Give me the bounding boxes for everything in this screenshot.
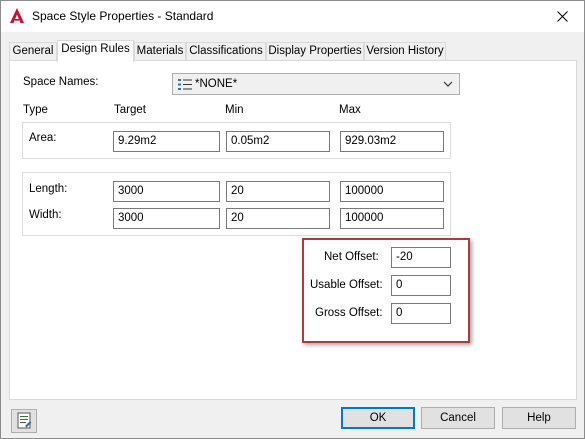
width-label: Width: bbox=[29, 209, 62, 221]
length-min-field[interactable]: 20 bbox=[226, 181, 330, 202]
length-target-field[interactable]: 3000 bbox=[113, 181, 220, 202]
tab-classifications[interactable]: Classifications bbox=[186, 42, 266, 61]
tab-version-history[interactable]: Version History bbox=[364, 42, 446, 61]
chevron-down-icon bbox=[443, 81, 453, 87]
space-names-dropdown[interactable]: *NONE* bbox=[172, 73, 460, 95]
column-header-type: Type bbox=[23, 104, 48, 116]
cancel-button[interactable]: Cancel bbox=[421, 407, 495, 429]
length-label: Length: bbox=[29, 183, 68, 195]
tab-general[interactable]: General bbox=[9, 42, 57, 61]
area-group: Area: 9.29m2 0.05m2 929.03m2 bbox=[22, 122, 451, 159]
area-label: Area: bbox=[29, 132, 57, 144]
close-icon bbox=[556, 10, 568, 22]
autocad-a-icon bbox=[10, 8, 24, 23]
area-target-field[interactable]: 9.29m2 bbox=[113, 131, 220, 152]
column-header-target: Target bbox=[114, 104, 146, 116]
help-button[interactable]: Help bbox=[502, 407, 576, 429]
document-edit-icon bbox=[17, 412, 32, 429]
tab-materials[interactable]: Materials bbox=[134, 42, 186, 61]
close-button[interactable] bbox=[540, 1, 584, 31]
length-max-field[interactable]: 100000 bbox=[340, 181, 444, 202]
space-names-label: Space Names: bbox=[23, 76, 99, 88]
dimensions-group: Length: 3000 20 100000 Width: 3000 20 10… bbox=[22, 172, 451, 236]
width-max-field[interactable]: 100000 bbox=[340, 208, 444, 229]
style-preview-button[interactable] bbox=[11, 409, 37, 433]
width-target-field[interactable]: 3000 bbox=[113, 208, 220, 229]
window-title: Space Style Properties - Standard bbox=[32, 9, 214, 23]
area-max-field[interactable]: 929.03m2 bbox=[340, 131, 444, 152]
tab-display-properties[interactable]: Display Properties bbox=[266, 42, 364, 61]
tab-design-rules[interactable]: Design Rules bbox=[57, 40, 134, 62]
column-header-max: Max bbox=[339, 104, 361, 116]
list-icon bbox=[178, 79, 192, 90]
offsets-highlight-box bbox=[302, 238, 470, 343]
space-names-value: *NONE* bbox=[195, 78, 238, 90]
column-header-min: Min bbox=[225, 104, 244, 116]
width-min-field[interactable]: 20 bbox=[226, 208, 330, 229]
area-min-field[interactable]: 0.05m2 bbox=[226, 131, 330, 152]
title-bar[interactable]: Space Style Properties - Standard bbox=[1, 1, 584, 32]
ok-button[interactable]: OK bbox=[341, 407, 415, 429]
dialog-window: Space Style Properties - Standard Genera… bbox=[0, 0, 585, 439]
design-rules-panel: Space Names: *NONE* Type Target Min Max … bbox=[9, 60, 577, 400]
tab-strip: General Design Rules Materials Classific… bbox=[9, 40, 577, 62]
